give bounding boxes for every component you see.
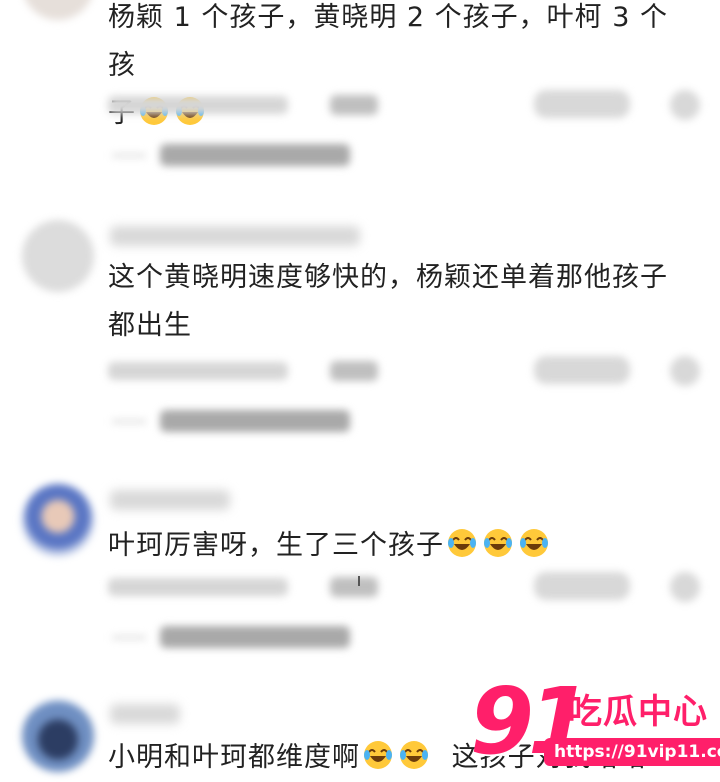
comment-meta — [108, 356, 700, 386]
laughing-tears-emoji-icon — [400, 741, 428, 769]
avatar[interactable] — [22, 220, 94, 292]
comment-text: 这个黄晓明速度够快的，杨颖还单着那他孩子 都出生 — [108, 254, 688, 350]
expand-replies-button[interactable] — [112, 406, 362, 436]
username[interactable] — [110, 704, 180, 724]
laughing-tears-emoji-icon — [520, 529, 548, 557]
heart-icon[interactable] — [534, 90, 630, 118]
dislike-icon[interactable] — [670, 572, 700, 602]
expand-replies-label — [160, 144, 350, 166]
reply-button[interactable] — [330, 361, 378, 381]
watermark-url: https://91vip11.com — [544, 738, 720, 766]
heart-icon[interactable] — [534, 572, 630, 600]
watermark-name: 吃瓜中心 — [568, 692, 708, 732]
comment-text-line: 叶珂厉害呀，生了三个孩子 — [108, 530, 444, 561]
dislike-icon[interactable] — [670, 90, 700, 120]
comment-date — [108, 578, 288, 596]
comment-text-line: 杨颖 1 个孩子，黄晓明 2 个孩子，叶柯 3 个孩 — [108, 2, 669, 81]
expand-replies-label — [160, 410, 350, 432]
comment-meta — [108, 90, 700, 120]
comment-date — [108, 96, 288, 114]
divider — [112, 154, 146, 157]
avatar[interactable] — [22, 700, 94, 772]
laughing-tears-emoji-icon — [448, 529, 476, 557]
reply-button[interactable] — [330, 577, 378, 597]
site-watermark-logo: 91 吃瓜中心 https://91vip11.com — [470, 668, 720, 780]
dislike-icon[interactable] — [670, 356, 700, 386]
heart-icon[interactable] — [534, 356, 630, 384]
laughing-tears-emoji-icon — [484, 529, 512, 557]
username[interactable] — [110, 226, 360, 246]
reply-button[interactable] — [330, 95, 378, 115]
expand-replies-button[interactable] — [112, 622, 362, 652]
avatar[interactable] — [22, 484, 94, 556]
text-cursor — [358, 576, 360, 586]
expand-replies-label — [160, 626, 350, 648]
username[interactable] — [110, 490, 230, 510]
comment-text: 叶珂厉害呀，生了三个孩子 — [108, 522, 688, 570]
comment-text-line: 都出生 — [108, 310, 192, 341]
laughing-tears-emoji-icon — [364, 741, 392, 769]
comment-date — [108, 362, 288, 380]
expand-replies-button[interactable] — [112, 140, 362, 170]
divider — [112, 420, 146, 423]
avatar[interactable] — [22, 0, 94, 20]
comment-text-line: 这个黄晓明速度够快的，杨颖还单着那他孩子 — [108, 262, 668, 293]
comment-text-line: 小明和叶珂都维度啊 — [108, 742, 360, 773]
comment-meta — [108, 572, 700, 602]
divider — [112, 636, 146, 639]
